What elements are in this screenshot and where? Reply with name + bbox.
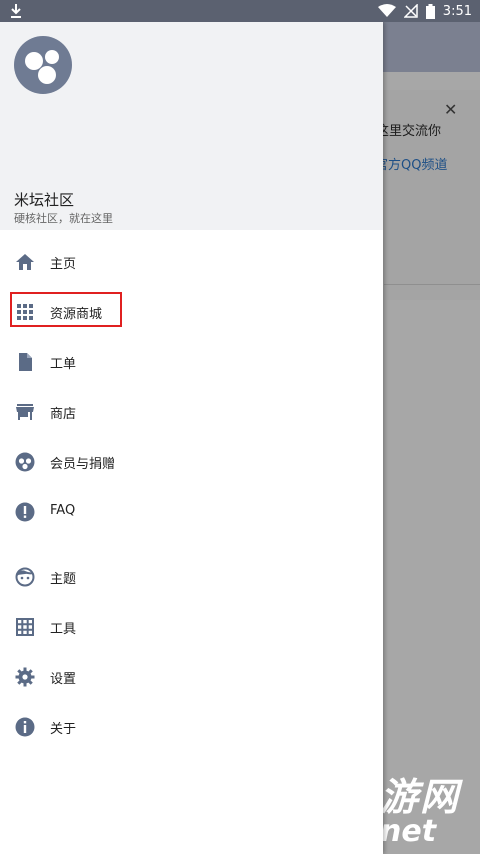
store-icon	[15, 402, 35, 422]
donate-icon	[15, 452, 35, 472]
drawer-title: 米坛社区	[14, 191, 75, 209]
alert-circle-icon	[15, 502, 35, 522]
download-icon	[11, 4, 21, 18]
menu-item-resource-store[interactable]: 资源商城	[0, 288, 383, 336]
drawer-subtitle: 硬核社区，就在这里	[14, 212, 113, 225]
info-icon	[15, 717, 35, 737]
navigation-drawer: 米坛社区 硬核社区，就在这里 主页 资源商城 工单 商店 会员与捐赠 FAQ 主…	[0, 22, 383, 854]
face-icon	[15, 567, 35, 587]
menu-item-label: 主页	[50, 257, 77, 272]
menu-item-about[interactable]: 关于	[0, 703, 383, 751]
menu-item-tickets[interactable]: 工单	[0, 338, 383, 386]
menu-item-faq[interactable]: FAQ	[0, 488, 383, 536]
watermark-line2: net	[380, 814, 437, 849]
grid-table-icon	[15, 617, 35, 637]
wifi-icon	[377, 4, 396, 17]
menu-item-label: 会员与捐赠	[50, 457, 116, 472]
menu-item-label: 关于	[50, 722, 77, 737]
background-card-text: 这里交流你	[376, 124, 442, 139]
menu-item-settings[interactable]: 设置	[0, 653, 383, 701]
no-signal-icon	[403, 4, 418, 18]
menu-item-membership[interactable]: 会员与捐赠	[0, 438, 383, 486]
menu-item-home[interactable]: 主页	[0, 238, 383, 286]
status-bar: 3:51	[0, 0, 480, 22]
watermark-line1: 游网	[380, 775, 461, 819]
close-icon: ✕	[444, 100, 458, 119]
home-icon	[15, 252, 35, 272]
battery-icon	[425, 3, 435, 19]
menu-item-label: 工单	[50, 357, 77, 372]
avatar[interactable]	[14, 36, 72, 94]
background-divider	[384, 284, 480, 285]
status-time: 3:51	[442, 3, 472, 19]
drawer-header: 米坛社区 硬核社区，就在这里	[0, 22, 383, 230]
gear-icon	[15, 667, 35, 687]
watermark: 游网 net	[380, 766, 461, 849]
menu-item-label: FAQ	[50, 503, 76, 518]
menu-item-theme[interactable]: 主题	[0, 553, 383, 601]
menu-item-label: 工具	[50, 622, 77, 637]
menu-item-label: 资源商城	[50, 307, 103, 322]
menu-item-shop[interactable]: 商店	[0, 388, 383, 436]
document-icon	[15, 352, 35, 372]
menu-item-label: 主题	[50, 572, 77, 587]
menu-item-tools[interactable]: 工具	[0, 603, 383, 651]
menu-item-label: 设置	[50, 672, 77, 687]
background-card-link: 官方QQ频道	[375, 158, 448, 173]
apps-grid-icon	[15, 302, 35, 322]
menu-item-label: 商店	[50, 407, 77, 422]
